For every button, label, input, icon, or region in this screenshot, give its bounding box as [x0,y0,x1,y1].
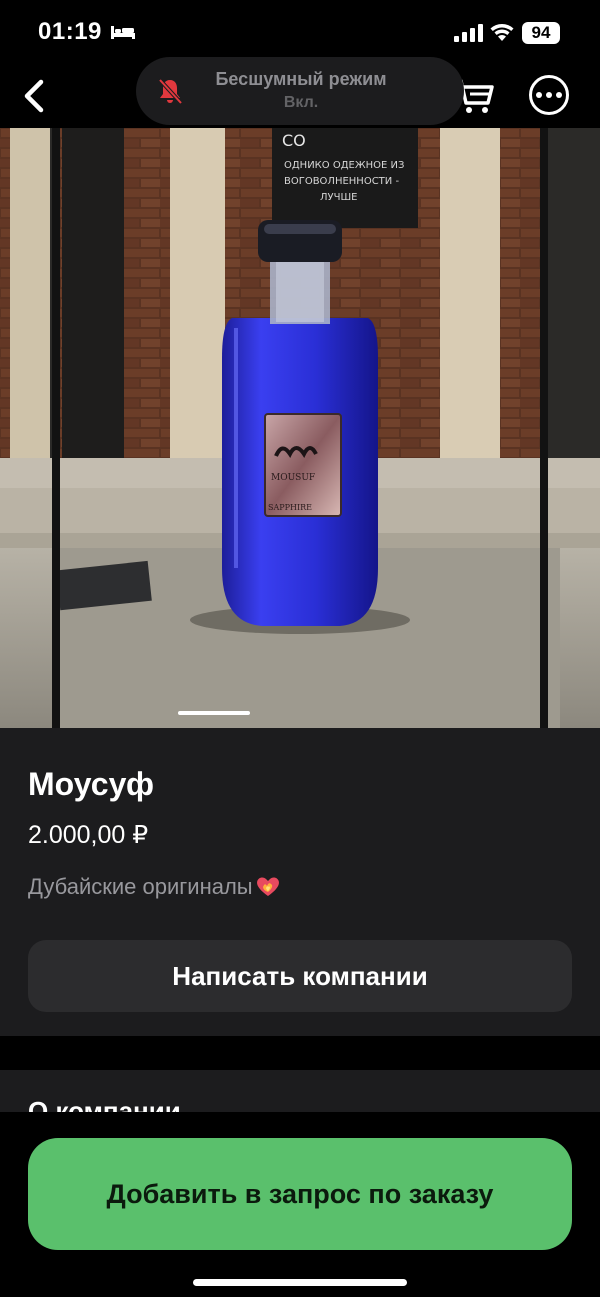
wifi-icon [490,24,514,41]
gallery-page-indicator [178,711,250,715]
product-title: Моусуф [28,766,154,802]
product-description: Дубайские оригиналы [28,874,281,900]
add-to-order-request-button[interactable]: Добавить в запрос по заказу [28,1138,572,1250]
more-dot [546,92,552,98]
chevron-left-icon [24,79,44,113]
back-button[interactable] [14,74,54,118]
product-description-text: Дубайские оригиналы [28,874,253,899]
more-dot [536,92,542,98]
product-photo-gallery[interactable]: СО ОДНИКО ОДЕЖНОЕ ИЗ ВОГОВОЛНЕННОСТИ - Л… [0,128,600,728]
write-company-button[interactable]: Написать компании [28,940,572,1012]
home-indicator [193,1279,407,1286]
more-dot [556,92,562,98]
sign-text: ОДНИКО ОДЕЖНОЕ ИЗ [284,160,404,171]
status-time: 01:19 [38,18,102,45]
sign-text: СО [282,131,306,150]
silent-mode-title: Бесшумный режим [215,69,387,89]
sign-text: ЛУЧШЕ [320,192,357,203]
label-sub-text: SAPPHIRE [268,503,312,512]
label-brand-text: MOUSUF [271,473,315,483]
bottom-action-bar: Добавить в запрос по заказу [0,1112,600,1297]
signal-icon [454,24,483,42]
silent-mode-notification: Бесшумный режим Вкл. [136,57,464,125]
bell-slash-icon [158,78,183,105]
sign-text: ВОГОВОЛНЕННОСТИ - [284,176,399,187]
bed-icon [111,26,135,39]
heart-on-fire-icon [256,877,279,896]
section-gap [0,1036,600,1070]
product-price: 2.000,00 ₽ [28,821,149,849]
status-bar: 01:19 94 [0,0,600,62]
battery-icon: 94 [522,22,560,44]
silent-mode-subtitle: Вкл. [283,94,319,111]
more-button[interactable] [529,75,569,115]
product-info-card: Моусуф 2.000,00 ₽ Дубайские оригиналы На… [0,728,600,1036]
product-photo: СО ОДНИКО ОДЕЖНОЕ ИЗ ВОГОВОЛНЕННОСТИ - Л… [0,128,600,728]
